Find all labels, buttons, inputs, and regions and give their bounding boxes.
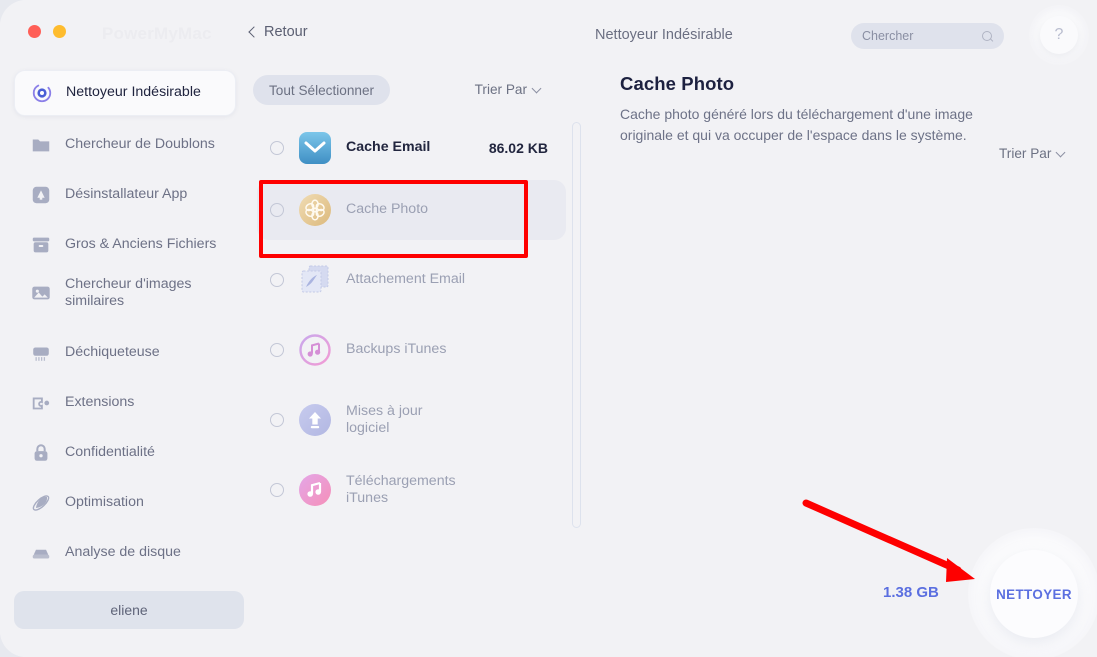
sidebar-item-optimization[interactable]: Optimisation: [14, 480, 236, 526]
sidebar-item-privacy[interactable]: Confidentialité: [14, 430, 236, 476]
row-checkbox[interactable]: [270, 483, 284, 497]
sort-by-detail-button[interactable]: Trier Par: [999, 146, 1066, 161]
list-item-label: Attachement Email: [346, 271, 466, 288]
list-scrollbar[interactable]: [572, 122, 581, 528]
sidebar-item-extensions[interactable]: Extensions: [14, 380, 236, 426]
sidebar-item-label: Déchiqueteuse: [65, 344, 160, 361]
sort-by-middle-label: Trier Par: [474, 82, 527, 97]
sidebar-item-label: Analyse de disque: [65, 544, 181, 561]
help-button[interactable]: ?: [1040, 16, 1078, 54]
sidebar-item-label: Chercheur d'images similaires: [65, 275, 192, 309]
search-input[interactable]: Chercher: [851, 23, 1004, 49]
list-item-size: 86.02 KB: [488, 140, 548, 156]
detail-description: Cache photo généré lors du téléchargemen…: [620, 106, 973, 143]
sidebar-item-junk-cleaner[interactable]: Nettoyeur Indésirable: [14, 70, 236, 116]
sidebar-item-large-old-files[interactable]: Gros & Anciens Fichiers: [14, 222, 236, 268]
sort-by-detail-label: Trier Par: [999, 146, 1052, 161]
detail-title: Cache Photo: [620, 73, 735, 94]
sidebar-item-label: Optimisation: [65, 494, 144, 511]
list-item-label: Cache Photo: [346, 201, 429, 218]
traffic-lights: [28, 25, 66, 38]
mail-icon: [299, 132, 331, 164]
search-placeholder: Chercher: [862, 29, 914, 43]
sidebar-item-label: Extensions: [65, 394, 135, 411]
sidebar-item-label: Chercheur de Doublons: [65, 136, 215, 153]
list-item-label: Backups iTunes: [346, 341, 447, 358]
title-bar: PowerMyMac Retour Nettoyeur Indésirable …: [0, 0, 1097, 65]
back-button-label: Retour: [264, 24, 308, 40]
list-item-label: Mises à jour logiciel: [346, 402, 423, 436]
sidebar: Nettoyeur Indésirable Chercheur de Doubl…: [0, 62, 248, 657]
list-item-label: Téléchargements iTunes: [346, 472, 456, 506]
shredder-icon: [33, 347, 49, 361]
app-window: PowerMyMac Retour Nettoyeur Indésirable …: [0, 0, 1097, 657]
photo-icon: [32, 286, 50, 300]
sidebar-item-similar-image-finder[interactable]: Chercheur d'images similaires: [14, 270, 236, 316]
sidebar-item-disk-analysis[interactable]: Analyse de disque: [14, 530, 236, 576]
junk-cleaner-icon: [32, 83, 52, 103]
sidebar-item-label: Gros & Anciens Fichiers: [65, 236, 217, 253]
sidebar-item-label: Confidentialité: [65, 444, 155, 461]
sidebar-item-duplicate-finder[interactable]: Chercheur de Doublons: [14, 122, 236, 168]
itunes-circle-icon: [299, 334, 331, 366]
sidebar-item-shredder[interactable]: Déchiqueteuse: [14, 330, 236, 376]
puzzle-piece-icon: [32, 397, 50, 410]
clean-button[interactable]: NETTOYER: [990, 550, 1078, 638]
close-window-button[interactable]: [28, 25, 41, 38]
software-update-icon: [299, 404, 331, 436]
disk-icon: [32, 549, 50, 559]
lock-icon: [34, 444, 48, 461]
list-item-itunes-backups[interactable]: Backups iTunes: [257, 320, 566, 380]
sidebar-item-label: Nettoyeur Indésirable: [66, 84, 201, 101]
row-checkbox[interactable]: [270, 203, 284, 217]
chevron-left-icon: [248, 25, 260, 38]
category-list-panel: Tout Sélectionner Trier Par Cache Email …: [248, 62, 596, 657]
list-item-cache-email[interactable]: Cache Email 86.02 KB: [257, 118, 566, 178]
sort-by-middle-button[interactable]: Trier Par: [474, 82, 542, 97]
stamp-icon: [301, 265, 329, 293]
list-item-software-updates[interactable]: Mises à jour logiciel: [257, 390, 566, 450]
search-icon: [982, 30, 993, 42]
row-checkbox[interactable]: [270, 141, 284, 155]
row-checkbox[interactable]: [270, 273, 284, 287]
page-title: Nettoyeur Indésirable: [595, 27, 733, 43]
back-button[interactable]: Retour: [248, 24, 308, 40]
rocket-icon: [32, 495, 50, 511]
list-item-itunes-downloads[interactable]: Téléchargements iTunes: [257, 460, 566, 520]
photos-flower-icon: [299, 194, 331, 226]
user-account-button[interactable]: eliene: [14, 591, 244, 629]
row-checkbox[interactable]: [270, 343, 284, 357]
total-size-label: 1.38 GB: [883, 584, 939, 601]
select-all-button[interactable]: Tout Sélectionner: [253, 75, 391, 105]
list-item-label: Cache Email: [346, 139, 431, 156]
archive-box-icon: [32, 237, 50, 253]
chevron-down-icon: [531, 83, 542, 93]
folder-icon: [32, 139, 50, 152]
list-item-email-attachment[interactable]: Attachement Email: [257, 250, 566, 310]
list-item-cache-photo[interactable]: Cache Photo: [257, 180, 566, 240]
app-brand-logo: PowerMyMac: [102, 24, 212, 43]
sidebar-item-label: Désinstallateur App: [65, 186, 188, 203]
chevron-down-icon: [1055, 147, 1066, 157]
sidebar-item-app-uninstaller[interactable]: Désinstallateur App: [14, 172, 236, 218]
app-uninstaller-icon: [32, 186, 50, 204]
itunes-download-icon: [299, 474, 331, 506]
row-checkbox[interactable]: [270, 413, 284, 427]
category-list: Cache Email 86.02 KB Cache Photo Attache…: [248, 118, 596, 608]
minimize-window-button[interactable]: [53, 25, 66, 38]
